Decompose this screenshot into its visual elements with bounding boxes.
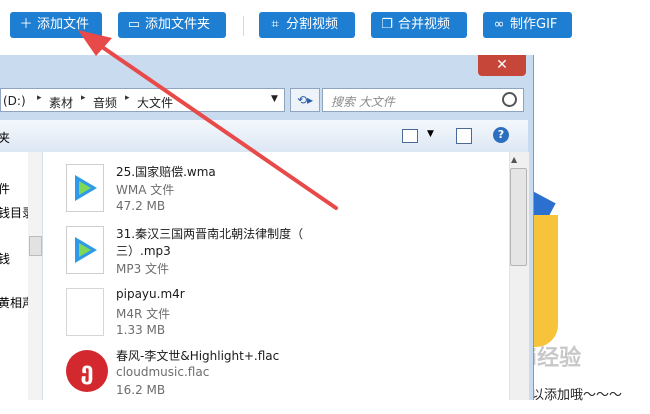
annotation-arrow: [78, 30, 338, 210]
